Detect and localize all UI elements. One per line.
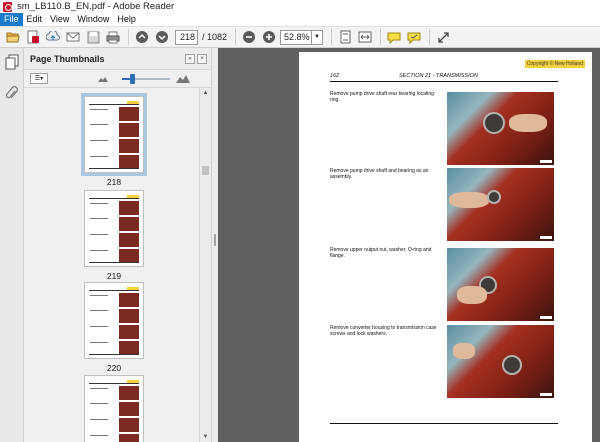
zoom-in-icon[interactable] — [260, 28, 278, 46]
fit-width-icon[interactable] — [356, 28, 374, 46]
menu-window[interactable]: Window — [73, 13, 113, 26]
thumbnail-list: 218 219 220 — [24, 88, 212, 442]
thumbnail-label: 220 — [106, 363, 122, 373]
step-text: Remove converter housing to transmission… — [330, 325, 437, 337]
share-icon[interactable] — [44, 28, 62, 46]
scroll-up-icon[interactable]: ▲ — [200, 88, 211, 98]
adobe-reader-icon — [3, 1, 12, 12]
pdf-page: Copyright © New Holland 162 SECTION 21 -… — [299, 52, 592, 442]
thumbnail-page-218[interactable] — [81, 93, 147, 176]
mountain-small-icon — [98, 77, 108, 82]
sign-icon[interactable] — [405, 28, 423, 46]
scroll-thumb[interactable] — [202, 166, 209, 175]
panel-title: Page Thumbnails — [30, 53, 105, 64]
toolbar-divider — [128, 29, 129, 45]
collapse-panel-icon[interactable]: « — [185, 53, 195, 64]
page-number: 162 — [330, 73, 340, 79]
step-photo — [447, 325, 554, 398]
email-icon[interactable] — [64, 28, 82, 46]
toolbar-divider — [380, 29, 382, 45]
thumbnail-page-220[interactable] — [84, 282, 144, 359]
menu-file[interactable]: File — [0, 13, 23, 26]
page-number-input[interactable]: 218 — [175, 29, 198, 45]
thumbnail-page-219[interactable] — [84, 190, 144, 267]
step-text: Remove pump drive shaft and bearing as a… — [330, 168, 429, 180]
save-icon[interactable] — [84, 28, 102, 46]
page-up-icon[interactable] — [133, 28, 151, 46]
navigation-rail — [0, 48, 24, 442]
comment-icon[interactable] — [385, 28, 403, 46]
open-icon[interactable] — [4, 28, 22, 46]
slider-knob[interactable] — [130, 73, 135, 84]
footer-rule — [330, 423, 558, 424]
attachments-icon[interactable] — [3, 85, 21, 103]
options-menu-icon[interactable]: ☰▾ — [30, 73, 48, 84]
title-bar: sm_LB110.B_EN.pdf - Adobe Reader — [0, 0, 600, 13]
page-total: / 1082 — [202, 32, 228, 42]
page-thumbnails-icon[interactable] — [3, 53, 21, 71]
thumbnail-label: 219 — [106, 271, 122, 281]
step-text: Remove pump drive shaft rear bearing loc… — [330, 91, 434, 103]
menu-view[interactable]: View — [46, 13, 73, 26]
menu-edit[interactable]: Edit — [23, 13, 47, 26]
print-icon[interactable] — [104, 28, 122, 46]
window-title: sm_LB110.B_EN.pdf - Adobe Reader — [17, 1, 175, 12]
fit-page-icon[interactable] — [336, 28, 354, 46]
step-photo — [447, 92, 554, 165]
step-photo — [447, 248, 554, 321]
menu-bar: File Edit View Window Help — [0, 13, 600, 26]
copyright-tag: Copyright © New Holland — [524, 60, 585, 68]
mountain-large-icon — [176, 75, 190, 83]
scroll-down-icon[interactable]: ▼ — [200, 432, 211, 442]
thumbnail-scrollbar[interactable]: ▲ ▼ — [199, 88, 211, 442]
section-title: SECTION 21 - TRANSMISSION — [399, 73, 478, 79]
thumbnail-label: 218 — [106, 177, 122, 187]
thumbnail-size-slider[interactable] — [114, 73, 170, 84]
close-panel-icon[interactable]: × — [197, 53, 207, 64]
step-text: Remove upper output nut, washer, O-ring … — [330, 247, 432, 259]
menu-help[interactable]: Help — [113, 13, 140, 26]
thumbnail-page-221[interactable] — [84, 375, 144, 442]
page-down-icon[interactable] — [153, 28, 171, 46]
create-pdf-icon[interactable] — [24, 28, 42, 46]
panel-header: Page Thumbnails « × — [24, 48, 211, 70]
toolbar-divider — [429, 29, 431, 45]
toolbar-divider — [235, 29, 237, 45]
zoom-out-icon[interactable] — [240, 28, 258, 46]
expand-icon[interactable] — [434, 28, 452, 46]
step-photo — [447, 168, 554, 241]
document-view: Copyright © New Holland 162 SECTION 21 -… — [218, 48, 600, 442]
toolbar-divider — [331, 29, 333, 45]
zoom-dropdown-icon[interactable]: ▼ — [312, 29, 324, 45]
header-rule — [330, 81, 558, 82]
thumbnail-options-bar: ☰▾ — [24, 70, 211, 88]
zoom-level-input[interactable]: 52.8% — [280, 29, 313, 45]
toolbar: 218 / 1082 52.8% ▼ — [0, 26, 600, 48]
page-thumbnails-panel: Page Thumbnails « × ☰▾ 218 219 220 ▲ ▼ — [24, 48, 212, 442]
